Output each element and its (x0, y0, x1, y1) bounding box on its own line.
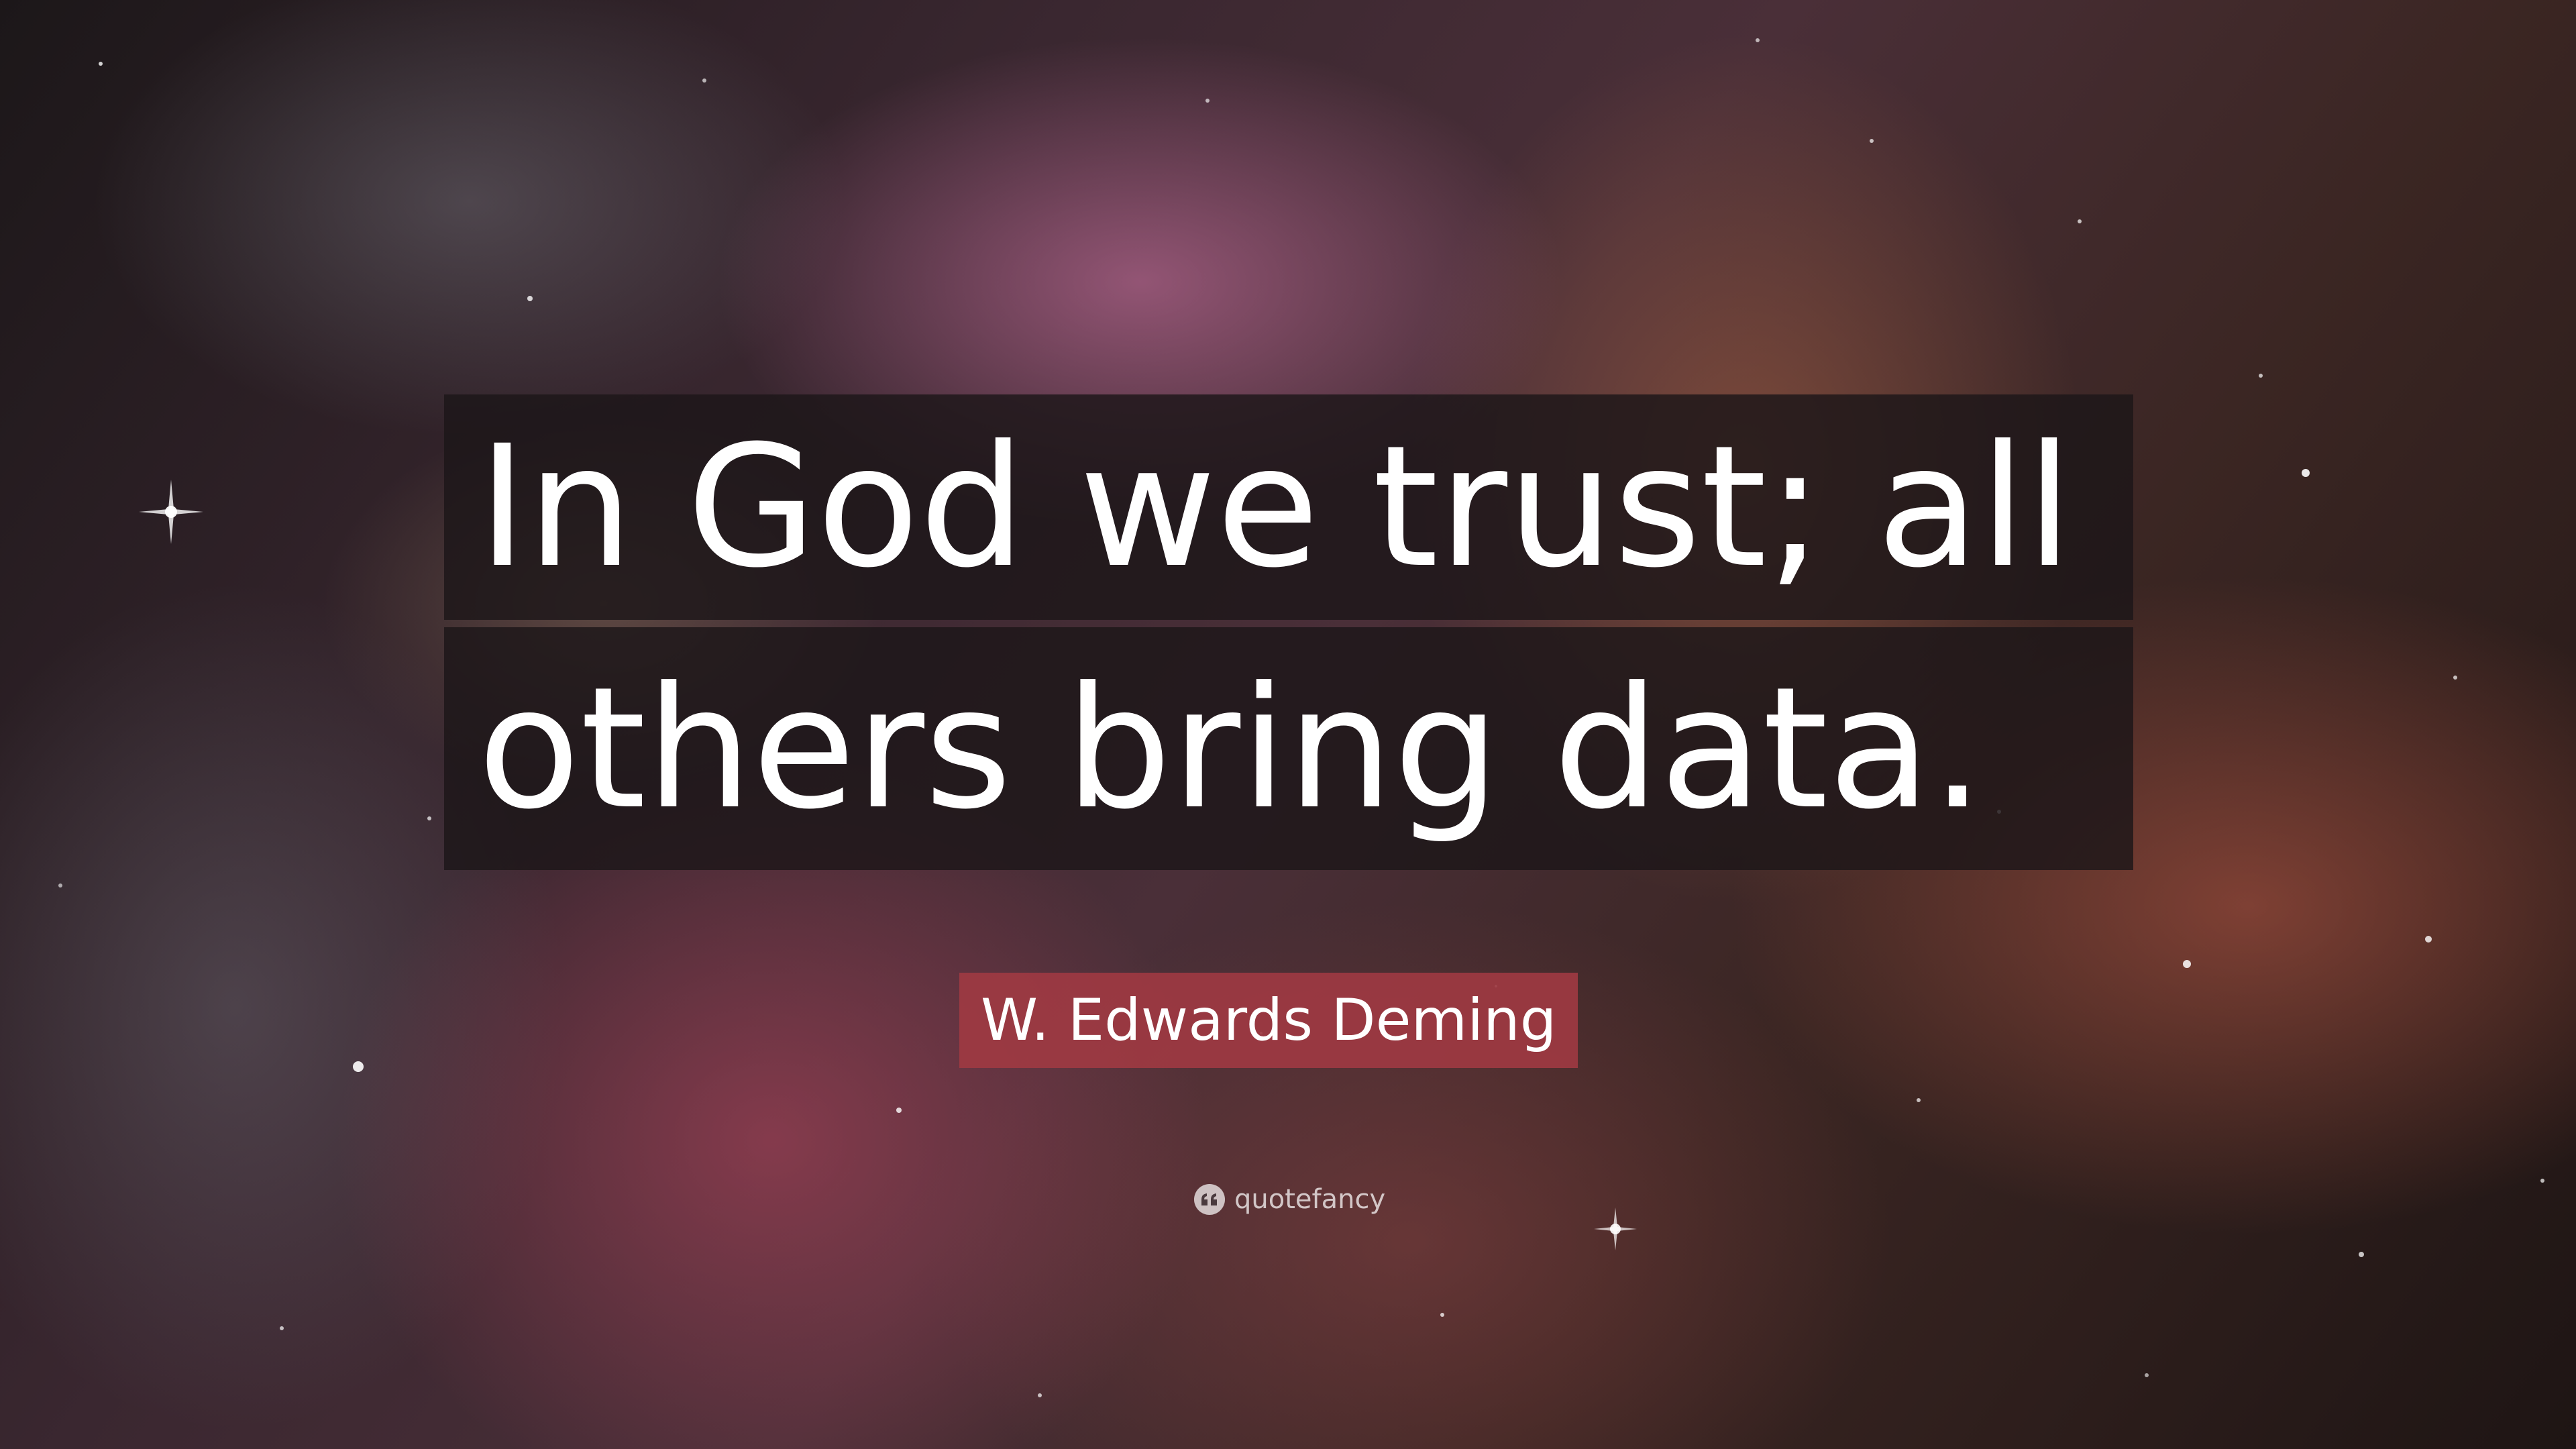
nebula-background: In God we trust; all others bring data. … (0, 0, 2576, 1449)
brand-logo: quotefancy (1194, 1181, 1385, 1218)
quote-line-1: In God we trust; all (444, 394, 2133, 620)
quote-line-2: others bring data. (444, 627, 2133, 870)
brand-text: quotefancy (1234, 1184, 1386, 1215)
author-name: W. Edwards Deming (959, 973, 1578, 1068)
quote-marks-icon (1194, 1184, 1225, 1215)
